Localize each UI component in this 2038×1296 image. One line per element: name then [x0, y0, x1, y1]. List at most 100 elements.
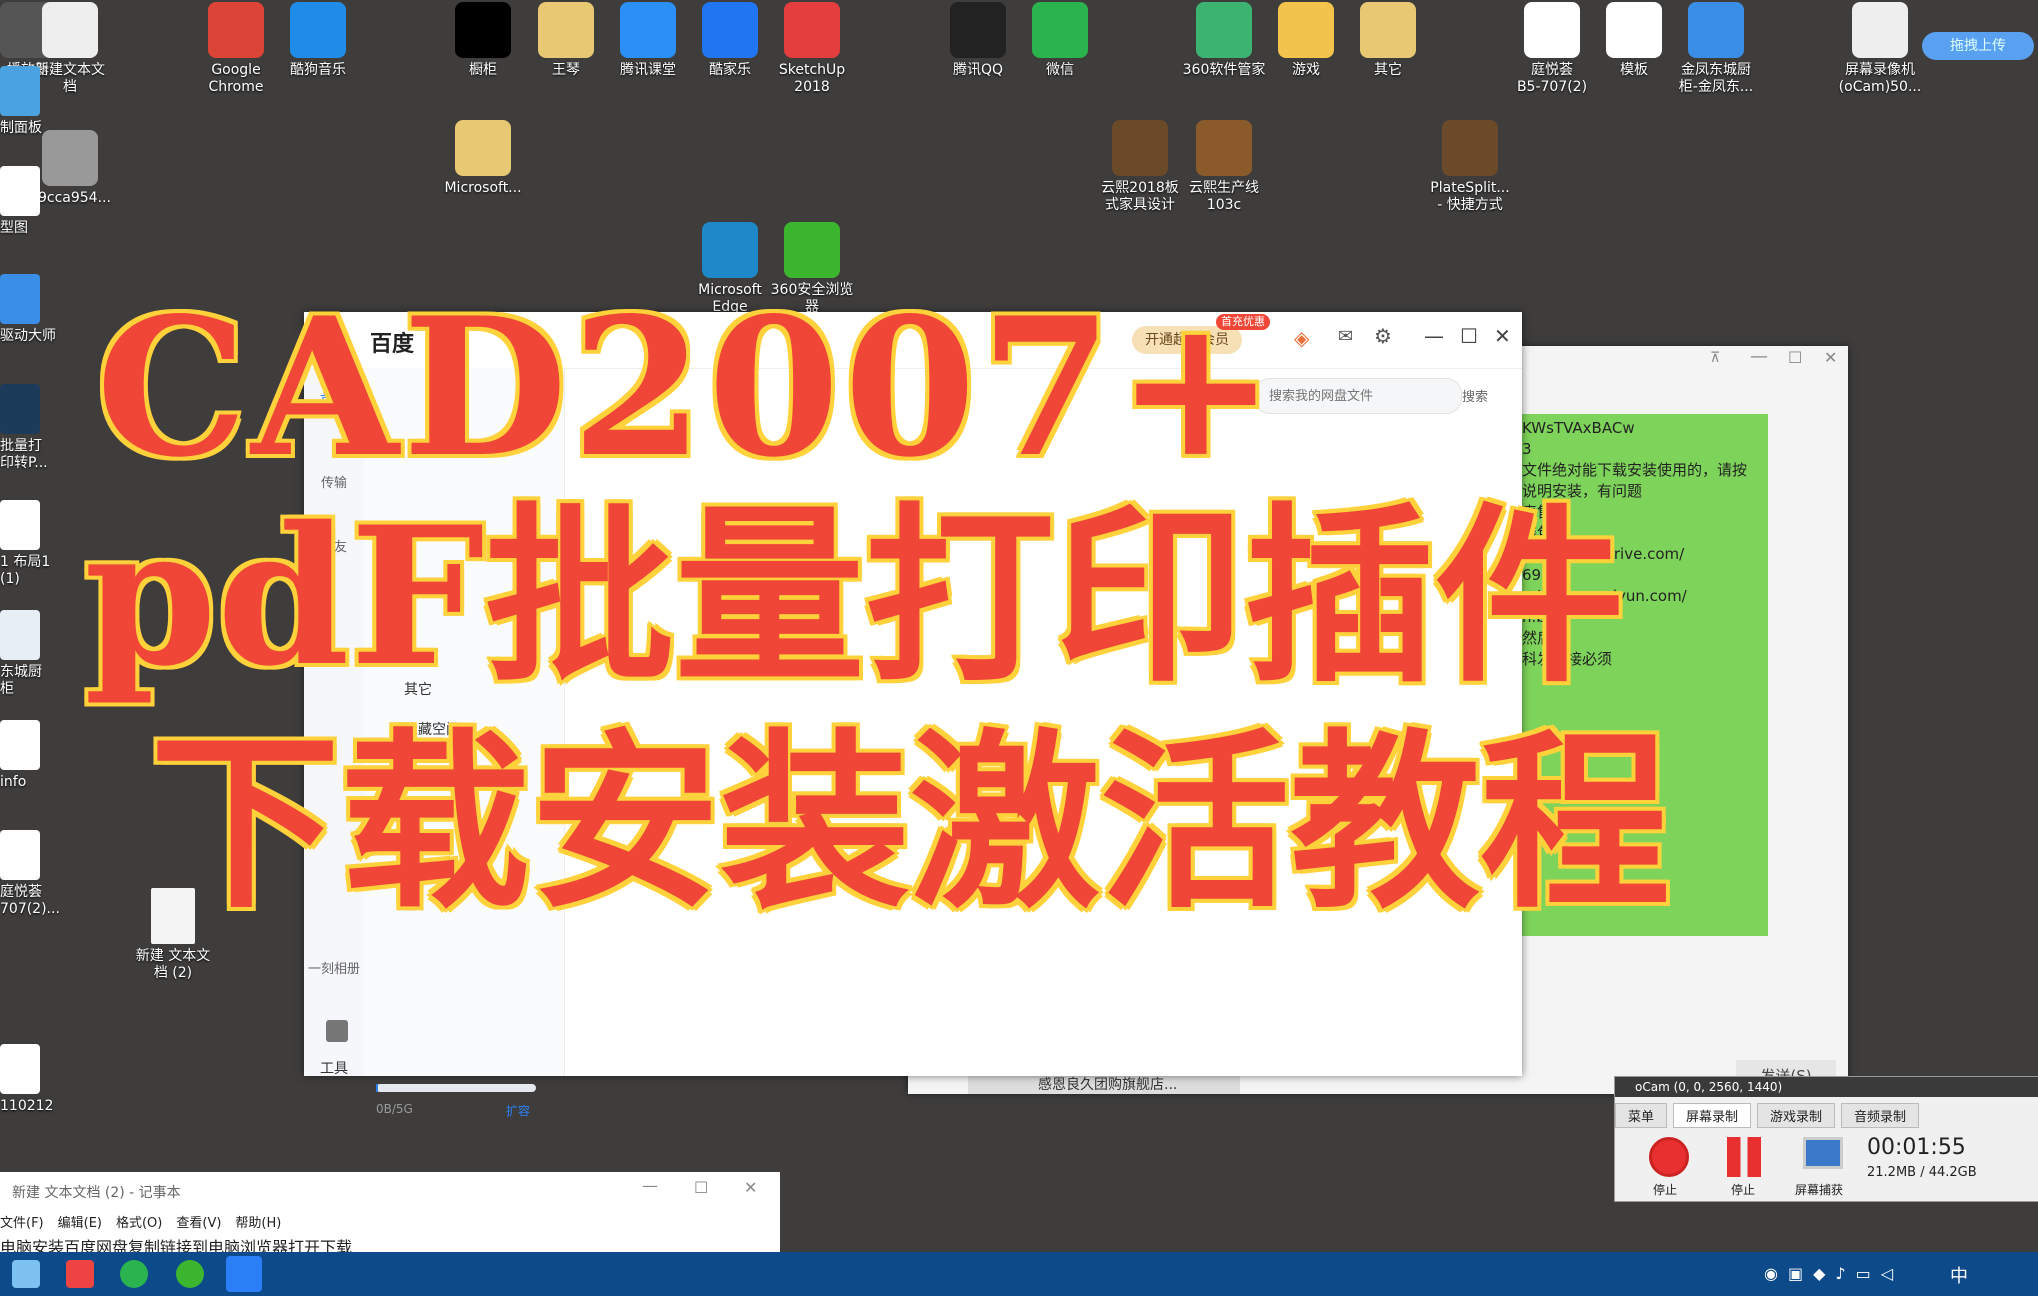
menu-item[interactable]: 文件(F)	[0, 1216, 44, 1231]
maximize-button[interactable]: ☐	[694, 1178, 708, 1197]
storage-fill	[376, 1084, 378, 1092]
desktop-icon[interactable]: 云熙2018板 式家具设计	[1092, 120, 1188, 214]
overlay-title-line1: CAD2007+	[93, 276, 1280, 499]
rail-item-tools[interactable]: 工具	[304, 1058, 364, 1078]
desktop-icon[interactable]: info	[0, 720, 60, 791]
desktop-icon-label: 批量打 印转P...	[0, 438, 48, 471]
app-icon	[0, 610, 40, 660]
browser-360-icon[interactable]	[176, 1260, 204, 1288]
taskbar: ◉▣◆♪▭◁ 中	[0, 1252, 2038, 1296]
desktop-icon[interactable]: 庭悦荟 707(2)...	[0, 830, 60, 918]
record-stop-icon[interactable]	[1649, 1137, 1689, 1177]
minimize-button[interactable]: —	[642, 1176, 658, 1195]
desktop-icon-label: 橱柜	[469, 62, 497, 78]
desktop-icon-label: 金凤东城厨 柜-金凤东...	[1678, 62, 1754, 95]
app-icon	[1112, 120, 1168, 176]
maximize-button[interactable]: ☐	[1788, 348, 1802, 367]
ocam-tab[interactable]: 音频录制	[1841, 1103, 1920, 1128]
desktop-icon[interactable]: PlateSplit... - 快捷方式	[1422, 120, 1518, 214]
stop-label-2: 停止	[1731, 1183, 1756, 1197]
notepad-window: 新建 文本文档 (2) - 记事本 — ☐ ✕ 文件(F) 编辑(E) 格式(O) 查…	[0, 1172, 780, 1257]
desktop-icon[interactable]: 云熙生产线 103c	[1176, 120, 1272, 214]
desktop-icon-label: 型图	[0, 220, 28, 236]
desktop-icon-label: 驱动大师	[0, 328, 56, 344]
reader-app-icon[interactable]	[66, 1260, 94, 1288]
desktop-icon[interactable]: Microsoft...	[435, 120, 531, 197]
desktop-icon[interactable]: 橱柜	[435, 2, 531, 79]
pin-icon[interactable]: ⊼	[1710, 350, 1720, 366]
app-icon	[538, 2, 594, 58]
pause-icon[interactable]	[1727, 1137, 1761, 1177]
overlay-title-line3: 下载安装激活教程	[147, 711, 1673, 934]
ocam-tab[interactable]: 游戏录制	[1757, 1103, 1836, 1128]
app-icon	[950, 2, 1006, 58]
desktop-icon[interactable]: SketchUp 2018	[764, 2, 860, 96]
app-icon	[455, 120, 511, 176]
minimize-button[interactable]: —	[1750, 346, 1768, 367]
desktop-icon[interactable]: 1 布局1 (1)	[0, 500, 60, 588]
maximize-button[interactable]: ☐	[1460, 324, 1478, 348]
app-icon	[0, 274, 40, 324]
search-button[interactable]: 搜索	[1462, 386, 1488, 405]
screen-capture-icon[interactable]	[1803, 1137, 1843, 1169]
desktop-icon-label: info	[0, 774, 27, 790]
ocam-window: oCam (0, 0, 2560, 1440) 菜单 屏幕录制 游戏录制 音频录制 停…	[1614, 1076, 2038, 1202]
chat-line: KWsTVAxBACw	[1522, 419, 1635, 437]
desktop-icon[interactable]: 其它	[1340, 2, 1436, 79]
app-icon	[1688, 2, 1744, 58]
menu-item[interactable]: 编辑(E)	[58, 1216, 102, 1231]
menu-item[interactable]: 查看(V)	[176, 1216, 221, 1231]
chat-line: 3	[1522, 440, 1532, 458]
wechat-icon[interactable]	[120, 1260, 148, 1288]
baidu-netdisk-taskbar-icon[interactable]	[226, 1256, 262, 1292]
expand-link[interactable]: 扩容	[506, 1102, 530, 1119]
desktop-icon[interactable]: 微信	[1012, 2, 1108, 79]
desktop-icon-label: 庭悦荟 707(2)...	[0, 884, 60, 917]
app-icon	[455, 2, 511, 58]
desktop-icon-label: 酷狗音乐	[290, 62, 346, 78]
storage-bar	[376, 1084, 536, 1092]
app-icon	[0, 830, 40, 880]
upload-badge[interactable]: 拖拽上传	[1922, 32, 2034, 60]
search-input[interactable]	[1254, 378, 1462, 414]
desktop-icon[interactable]: 驱动大师	[0, 274, 60, 345]
app-icon	[1524, 2, 1580, 58]
close-button[interactable]: ✕	[744, 1178, 757, 1197]
tray-icons: ◉▣◆♪▭◁	[1764, 1264, 1904, 1283]
tools-icon[interactable]	[326, 1020, 348, 1042]
close-button[interactable]: ✕	[1494, 324, 1511, 348]
stop-label: 停止	[1653, 1183, 1678, 1197]
mail-icon[interactable]: ✉	[1338, 326, 1353, 347]
desktop-icon[interactable]: 110212	[0, 1044, 60, 1115]
app-icon	[1196, 120, 1252, 176]
desktop-icon[interactable]: 制面板	[0, 66, 60, 137]
app-icon	[1606, 2, 1662, 58]
ime-indicator[interactable]: 中	[1950, 1262, 1968, 1288]
menu-item[interactable]: 帮助(H)	[235, 1216, 281, 1231]
ocam-tab[interactable]: 菜单	[1615, 1103, 1668, 1128]
menu-item[interactable]: 格式(O)	[116, 1216, 162, 1231]
app-icon	[0, 384, 40, 434]
app-icon	[42, 2, 98, 58]
ocam-tab[interactable]: 屏幕录制	[1673, 1103, 1752, 1128]
app-icon	[702, 222, 758, 278]
app-icon	[0, 166, 40, 216]
file-size: 21.2MB / 44.2GB	[1867, 1165, 1977, 1180]
game-icon[interactable]: ◈	[1294, 326, 1309, 350]
desktop-icon[interactable]: 屏幕录像机 (oCam)50...	[1832, 2, 1928, 96]
desktop-icon[interactable]: 批量打 印转P...	[0, 384, 60, 472]
gear-icon[interactable]: ⚙	[1374, 324, 1392, 348]
desktop-icon[interactable]: 金凤东城厨 柜-金凤东...	[1668, 2, 1764, 96]
desktop-icon-label: Microsoft...	[444, 180, 522, 196]
notes-app-icon[interactable]	[12, 1260, 40, 1288]
rail-item-album[interactable]: 一刻相册	[304, 958, 364, 977]
minimize-button[interactable]: —	[1424, 324, 1444, 348]
app-icon	[290, 2, 346, 58]
close-button[interactable]: ✕	[1824, 348, 1837, 367]
desktop-icon-label: 微信	[1046, 62, 1074, 78]
desktop-icon[interactable]: 东城厨 柜	[0, 610, 60, 698]
desktop-icon[interactable]: 型图	[0, 166, 60, 237]
desktop-icon[interactable]: 酷狗音乐	[270, 2, 366, 79]
app-icon	[1032, 2, 1088, 58]
chat-line: 文件绝对能下载安装使用的，请按	[1522, 461, 1748, 479]
